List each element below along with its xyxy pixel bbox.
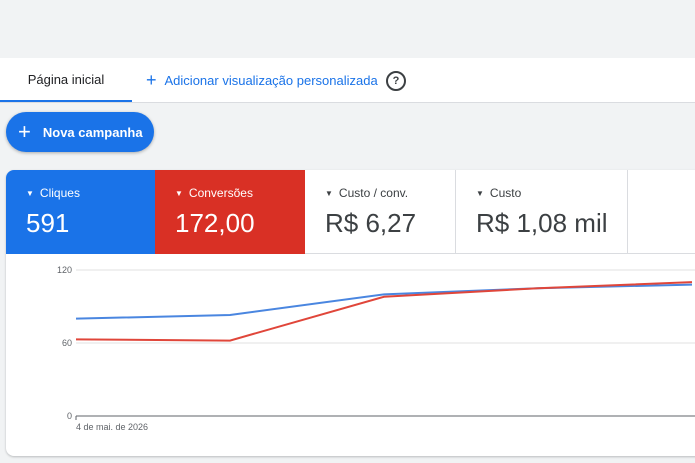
y-tick-label: 120	[57, 265, 72, 275]
y-tick-label: 60	[62, 338, 72, 348]
metric-value: 172,00	[175, 208, 255, 238]
caret-down-icon: ▼	[325, 188, 333, 198]
performance-line-chart: 0 60 120 4 de mai. de 2026	[57, 265, 695, 432]
caret-down-icon: ▼	[476, 188, 484, 198]
new-campaign-button[interactable]: + Nova campanha	[6, 112, 154, 152]
help-icon[interactable]: ?	[386, 71, 406, 91]
metric-label: Custo / conv.	[338, 186, 409, 200]
new-campaign-label: Nova campanha	[42, 124, 143, 140]
plus-icon: +	[146, 70, 157, 90]
metric-empty-slot[interactable]	[628, 170, 695, 254]
tabs-bar: Página inicial + Adicionar visualização …	[0, 58, 695, 103]
metric-cost-per-conversion[interactable]: ▼ Custo / conv. R$ 6,27	[305, 170, 456, 254]
tab-home[interactable]: Página inicial	[0, 58, 132, 102]
conversions-series-line	[75, 281, 693, 342]
y-tick-label: 0	[67, 411, 72, 421]
add-custom-view-label: Adicionar visualização personalizada	[164, 72, 378, 88]
x-tick-label: 4 de mai. de 2026	[76, 422, 148, 432]
metric-label: Cliques	[39, 186, 80, 200]
metric-label: Custo	[489, 186, 522, 200]
caret-down-icon: ▼	[26, 188, 34, 198]
performance-card: ▼ Cliques 591 ▼ Conversões 172,00 ▼ Custo /…	[6, 170, 695, 456]
metric-cost[interactable]: ▼ Custo R$ 1,08 mil	[456, 170, 628, 254]
metric-value: R$ 1,08 mil	[476, 208, 608, 238]
metric-value: 591	[26, 208, 70, 238]
caret-down-icon: ▼	[175, 188, 183, 198]
metric-clicks[interactable]: ▼ Cliques 591	[6, 170, 155, 254]
clicks-series-line	[75, 283, 693, 320]
metric-conversions[interactable]: ▼ Conversões 172,00	[155, 170, 305, 254]
metric-label: Conversões	[188, 186, 253, 200]
plus-icon: +	[18, 119, 31, 144]
add-custom-view-link[interactable]: + Adicionar visualização personalizada	[146, 58, 378, 102]
metric-value: R$ 6,27	[325, 208, 417, 238]
